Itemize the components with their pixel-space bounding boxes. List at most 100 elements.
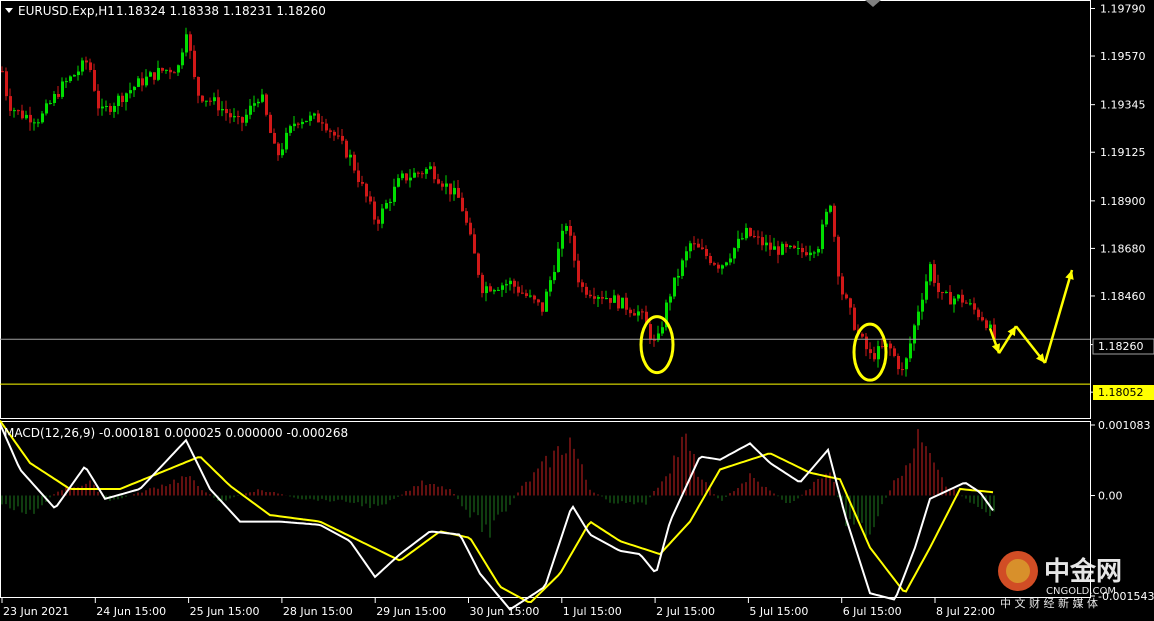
macd-histogram — [1, 429, 995, 538]
candle-body — [425, 168, 428, 174]
highlight-ellipse — [639, 315, 675, 375]
candle-body — [209, 100, 212, 102]
dropdown-triangle-icon[interactable] — [5, 8, 13, 13]
candle-body — [893, 348, 896, 357]
candle-body — [177, 65, 180, 73]
candle-body — [501, 285, 504, 290]
candle-body — [909, 343, 912, 359]
candle-body — [25, 114, 28, 119]
candle-body — [385, 203, 388, 209]
candle-body — [409, 177, 412, 181]
candle-body — [285, 132, 288, 150]
candle-body — [653, 339, 656, 341]
candle-body — [533, 295, 536, 300]
candle-body — [561, 230, 564, 249]
macd-tick-label: 0.00 — [1098, 490, 1123, 503]
candle-body — [605, 298, 608, 300]
drawing-annotations — [639, 269, 1074, 382]
candle-body — [341, 135, 344, 141]
candle-body — [693, 243, 696, 245]
candle-body — [353, 154, 356, 171]
candle-body — [221, 109, 224, 111]
time-tick-label: 24 Jun 15:00 — [96, 605, 166, 618]
candle-body — [873, 353, 876, 360]
candle-body — [597, 297, 600, 299]
candle-body — [473, 234, 476, 254]
candle-body — [261, 94, 264, 102]
candle-body — [945, 291, 948, 293]
candle-body — [217, 97, 220, 111]
chart-shift-marker-icon[interactable] — [865, 0, 881, 7]
candle-body — [585, 286, 588, 295]
candle-body — [325, 123, 328, 131]
candle-body — [9, 96, 12, 111]
candle-body — [313, 113, 316, 116]
candle-body — [753, 236, 756, 238]
candle-body — [685, 251, 688, 261]
level-price-tag: 1.18052 — [1093, 385, 1154, 400]
candle-body — [865, 336, 868, 350]
candle-body — [521, 292, 524, 294]
candle-body — [805, 252, 808, 256]
candle-body — [77, 71, 80, 76]
candle-body — [277, 143, 280, 156]
candle-body — [669, 296, 672, 303]
price-tick-label: 1.19570 — [1100, 50, 1146, 63]
candle-body — [237, 116, 240, 118]
candle-body — [441, 183, 444, 187]
candle-body — [729, 258, 732, 263]
candle-body — [581, 282, 584, 287]
candle-body — [457, 187, 460, 198]
candle-body — [373, 201, 376, 220]
candle-body — [829, 205, 832, 212]
candle-body — [709, 256, 712, 264]
candle-body — [977, 309, 980, 318]
candle-body — [789, 245, 792, 248]
candle-body — [989, 324, 992, 329]
candle-body — [133, 86, 136, 91]
candle-body — [573, 235, 576, 261]
candle-body — [449, 183, 452, 195]
candle-body — [765, 242, 768, 246]
candle-body — [73, 75, 76, 77]
candle-body — [817, 249, 820, 253]
candle-body — [845, 294, 848, 299]
candle-body — [465, 211, 468, 223]
candle-body — [369, 196, 372, 202]
candle-body — [53, 93, 56, 103]
candle-body — [957, 294, 960, 299]
candle-body — [509, 280, 512, 285]
candle-body — [837, 236, 840, 277]
candle-body — [249, 105, 252, 115]
candle-body — [349, 154, 352, 158]
candle-body — [905, 358, 908, 370]
current-price-text: 1.18260 — [1098, 340, 1144, 353]
candle-body — [633, 313, 636, 316]
candle-body — [929, 264, 932, 282]
candle-body — [125, 93, 128, 102]
candle-body — [429, 166, 432, 169]
candle-body — [189, 34, 192, 51]
candle-body — [833, 205, 836, 237]
candle-body — [169, 69, 172, 73]
candle-body — [85, 60, 88, 63]
candle-body — [733, 248, 736, 259]
candle-body — [965, 302, 968, 304]
candle-body — [185, 34, 188, 53]
candle-body — [461, 197, 464, 212]
candle-body — [1, 71, 4, 73]
candle-body — [921, 299, 924, 312]
candle-body — [105, 106, 108, 108]
candle-body — [401, 173, 404, 179]
candle-body — [577, 260, 580, 283]
candle-body — [949, 291, 952, 305]
macd-tick-label: 0.001083 — [1098, 419, 1151, 432]
chart-canvas[interactable]: EURUSD.Exp,H1 1.18324 1.18338 1.18231 1.… — [0, 0, 1154, 621]
candle-body — [417, 172, 420, 174]
candle-body — [357, 170, 360, 182]
level-price-text: 1.18052 — [1098, 386, 1144, 399]
candle-body — [397, 178, 400, 187]
candle-body — [925, 281, 928, 300]
candle-body — [781, 243, 784, 255]
candle-body — [17, 110, 20, 112]
